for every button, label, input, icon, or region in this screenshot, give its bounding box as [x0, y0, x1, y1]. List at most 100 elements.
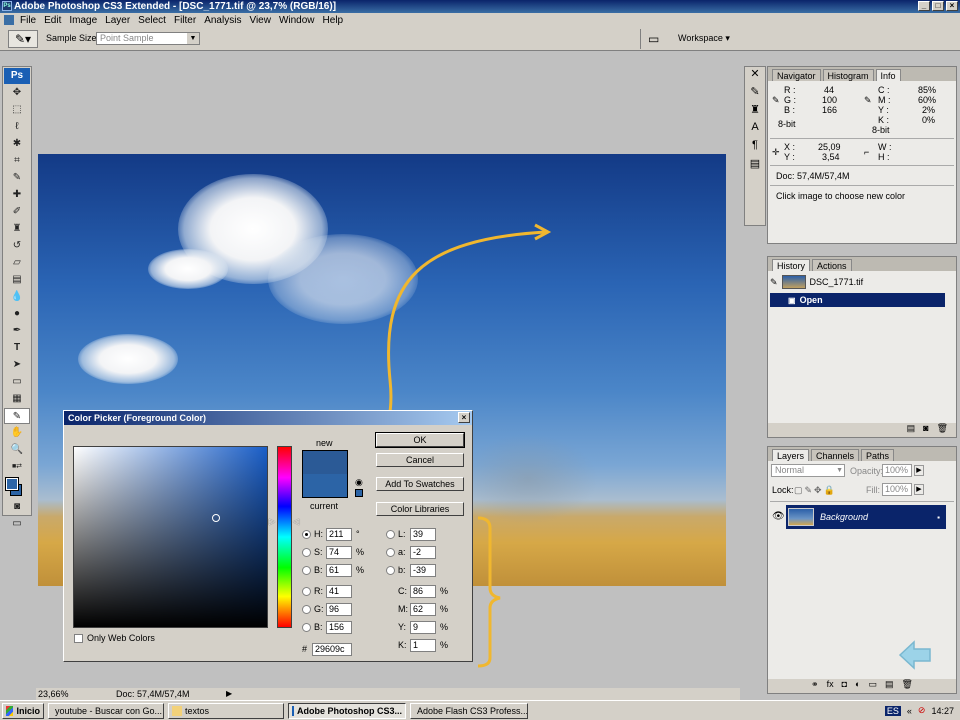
- new-document-icon[interactable]: ▤: [907, 423, 916, 437]
- hue-field[interactable]: H: 211 °: [302, 527, 360, 541]
- cyan-field[interactable]: C: 86%: [398, 584, 448, 598]
- magenta-field[interactable]: M: 62%: [398, 602, 448, 616]
- history-snapshot[interactable]: ✎ DSC_1771.tif: [770, 273, 954, 291]
- navigation-arrow-icon[interactable]: [898, 639, 934, 671]
- info-m-value: 60%: [918, 95, 937, 105]
- new-snapshot-icon[interactable]: ◙: [923, 423, 928, 437]
- taskbar-item-browser[interactable]: youtube - Buscar con Go...: [48, 702, 164, 719]
- red-input[interactable]: 41: [326, 584, 352, 598]
- hex-field[interactable]: #29609c: [302, 642, 352, 656]
- slider-left-arrow-icon[interactable]: ▷: [269, 517, 275, 526]
- web-safe-color-swatch[interactable]: [355, 489, 363, 497]
- color-libraries-button[interactable]: Color Libraries: [376, 502, 464, 516]
- saturation-field[interactable]: S: 74%: [302, 545, 364, 559]
- saturation-input[interactable]: 74: [326, 545, 352, 559]
- tools-panel-icon[interactable]: ✕: [745, 67, 765, 85]
- status-menu-arrow-icon[interactable]: ▶: [226, 688, 232, 700]
- fill-input[interactable]: 100%: [882, 483, 912, 496]
- tab-layers[interactable]: Layers: [772, 449, 810, 461]
- taskbar-item-photoshop[interactable]: Adobe Photoshop CS3...: [288, 702, 406, 719]
- close-icon[interactable]: ×: [458, 412, 470, 423]
- clone-source-icon[interactable]: ♜: [745, 103, 765, 121]
- ok-button[interactable]: OK: [375, 432, 465, 448]
- layer-row-background[interactable]: 👁 Background ▪: [770, 505, 946, 529]
- hue-slider[interactable]: [277, 446, 292, 628]
- trash-icon[interactable]: 🗑: [937, 423, 948, 437]
- link-layers-icon[interactable]: ⚭: [811, 679, 819, 693]
- only-web-colors-option[interactable]: Only Web Colors: [74, 633, 155, 643]
- new-group-icon[interactable]: ▭: [868, 679, 877, 693]
- blend-mode-select[interactable]: Normal ▼: [771, 464, 845, 477]
- brushes-panel-icon[interactable]: ✎: [745, 85, 765, 103]
- color-field[interactable]: [73, 446, 268, 628]
- tab-paths[interactable]: Paths: [861, 449, 895, 461]
- black-field[interactable]: K: 1%: [398, 638, 448, 652]
- lab-l-input[interactable]: 39: [410, 527, 436, 541]
- lab-b-field[interactable]: b: -39: [386, 563, 436, 577]
- slider-right-arrow-icon[interactable]: ◁: [293, 517, 299, 526]
- tray-expand-icon[interactable]: «: [907, 706, 912, 716]
- tab-info[interactable]: Info: [875, 69, 901, 81]
- magenta-input[interactable]: 62: [410, 602, 436, 616]
- lock-icons[interactable]: ▢✎✥🔒: [794, 485, 837, 496]
- hue-radio[interactable]: [302, 529, 311, 539]
- yellow-input[interactable]: 9: [410, 620, 436, 634]
- black-input[interactable]: 1: [410, 638, 436, 652]
- character-panel-icon[interactable]: A: [745, 121, 765, 139]
- lab-a-field[interactable]: a: -2: [386, 545, 436, 559]
- tab-histogram[interactable]: Histogram: [822, 69, 874, 81]
- adjustment-layer-icon[interactable]: ◐: [855, 679, 860, 693]
- tab-channels[interactable]: Channels: [811, 449, 860, 461]
- lab-b-input[interactable]: -39: [410, 563, 436, 577]
- layer-item[interactable]: Background ▪: [786, 505, 946, 529]
- paragraph-panel-icon[interactable]: ¶: [745, 139, 765, 157]
- fill-arrow-icon[interactable]: ▶: [914, 484, 924, 495]
- taskbar-item-flash[interactable]: Adobe Flash CS3 Profess...: [410, 702, 528, 719]
- layer-comps-icon[interactable]: ▤: [745, 157, 765, 175]
- taskbar-item-folder[interactable]: textos: [168, 702, 284, 719]
- lab-a-input[interactable]: -2: [410, 545, 436, 559]
- brightness-input[interactable]: 61: [326, 563, 352, 577]
- brightness-field[interactable]: B: 61%: [302, 563, 364, 577]
- brightness-radio[interactable]: [302, 565, 311, 575]
- blue-radio[interactable]: [302, 622, 311, 632]
- layer-style-icon[interactable]: fx: [827, 679, 834, 693]
- opacity-arrow-icon[interactable]: ▶: [914, 465, 924, 476]
- red-radio[interactable]: [302, 586, 311, 596]
- saturation-radio[interactable]: [302, 547, 311, 557]
- add-to-swatches-button[interactable]: Add To Swatches: [376, 477, 464, 491]
- gamut-warning-icon[interactable]: ◉: [355, 477, 363, 488]
- lab-a-radio[interactable]: [386, 547, 395, 557]
- eye-visibility-icon[interactable]: 👁: [772, 511, 785, 522]
- cyan-input[interactable]: 86: [410, 584, 436, 598]
- red-field[interactable]: R: 41: [302, 584, 352, 598]
- lab-l-radio[interactable]: [386, 529, 395, 539]
- antivirus-icon[interactable]: ⊘: [918, 705, 926, 716]
- current-color-swatch[interactable]: [302, 474, 348, 498]
- tab-actions[interactable]: Actions: [812, 259, 852, 271]
- opacity-input[interactable]: 100%: [882, 464, 912, 477]
- history-brush-icon[interactable]: ✎: [770, 277, 778, 288]
- green-input[interactable]: 96: [326, 602, 352, 616]
- layer-mask-icon[interactable]: ◘: [842, 679, 847, 693]
- language-indicator[interactable]: ES: [884, 705, 901, 716]
- color-field-cursor[interactable]: [212, 514, 220, 522]
- hex-input[interactable]: 29609c: [312, 642, 352, 656]
- trash-icon[interactable]: 🗑: [902, 679, 913, 693]
- lab-b-radio[interactable]: [386, 565, 395, 575]
- lab-l-field[interactable]: L: 39: [386, 527, 436, 541]
- green-field[interactable]: G: 96: [302, 602, 352, 616]
- blue-field[interactable]: B: 156: [302, 620, 352, 634]
- zoom-readout[interactable]: 23,66%: [38, 688, 69, 700]
- start-button[interactable]: Inicio: [2, 702, 44, 719]
- hue-input[interactable]: 211: [326, 527, 352, 541]
- cancel-button[interactable]: Cancel: [376, 453, 464, 467]
- green-radio[interactable]: [302, 604, 311, 614]
- blue-input[interactable]: 156: [326, 620, 352, 634]
- yellow-field[interactable]: Y: 9%: [398, 620, 448, 634]
- tab-history[interactable]: History: [772, 259, 811, 271]
- tab-navigator[interactable]: Navigator: [772, 69, 821, 81]
- history-item-open[interactable]: ▣ Open: [770, 293, 945, 307]
- only-web-colors-checkbox[interactable]: [74, 633, 83, 643]
- new-layer-icon[interactable]: ▤: [885, 679, 894, 693]
